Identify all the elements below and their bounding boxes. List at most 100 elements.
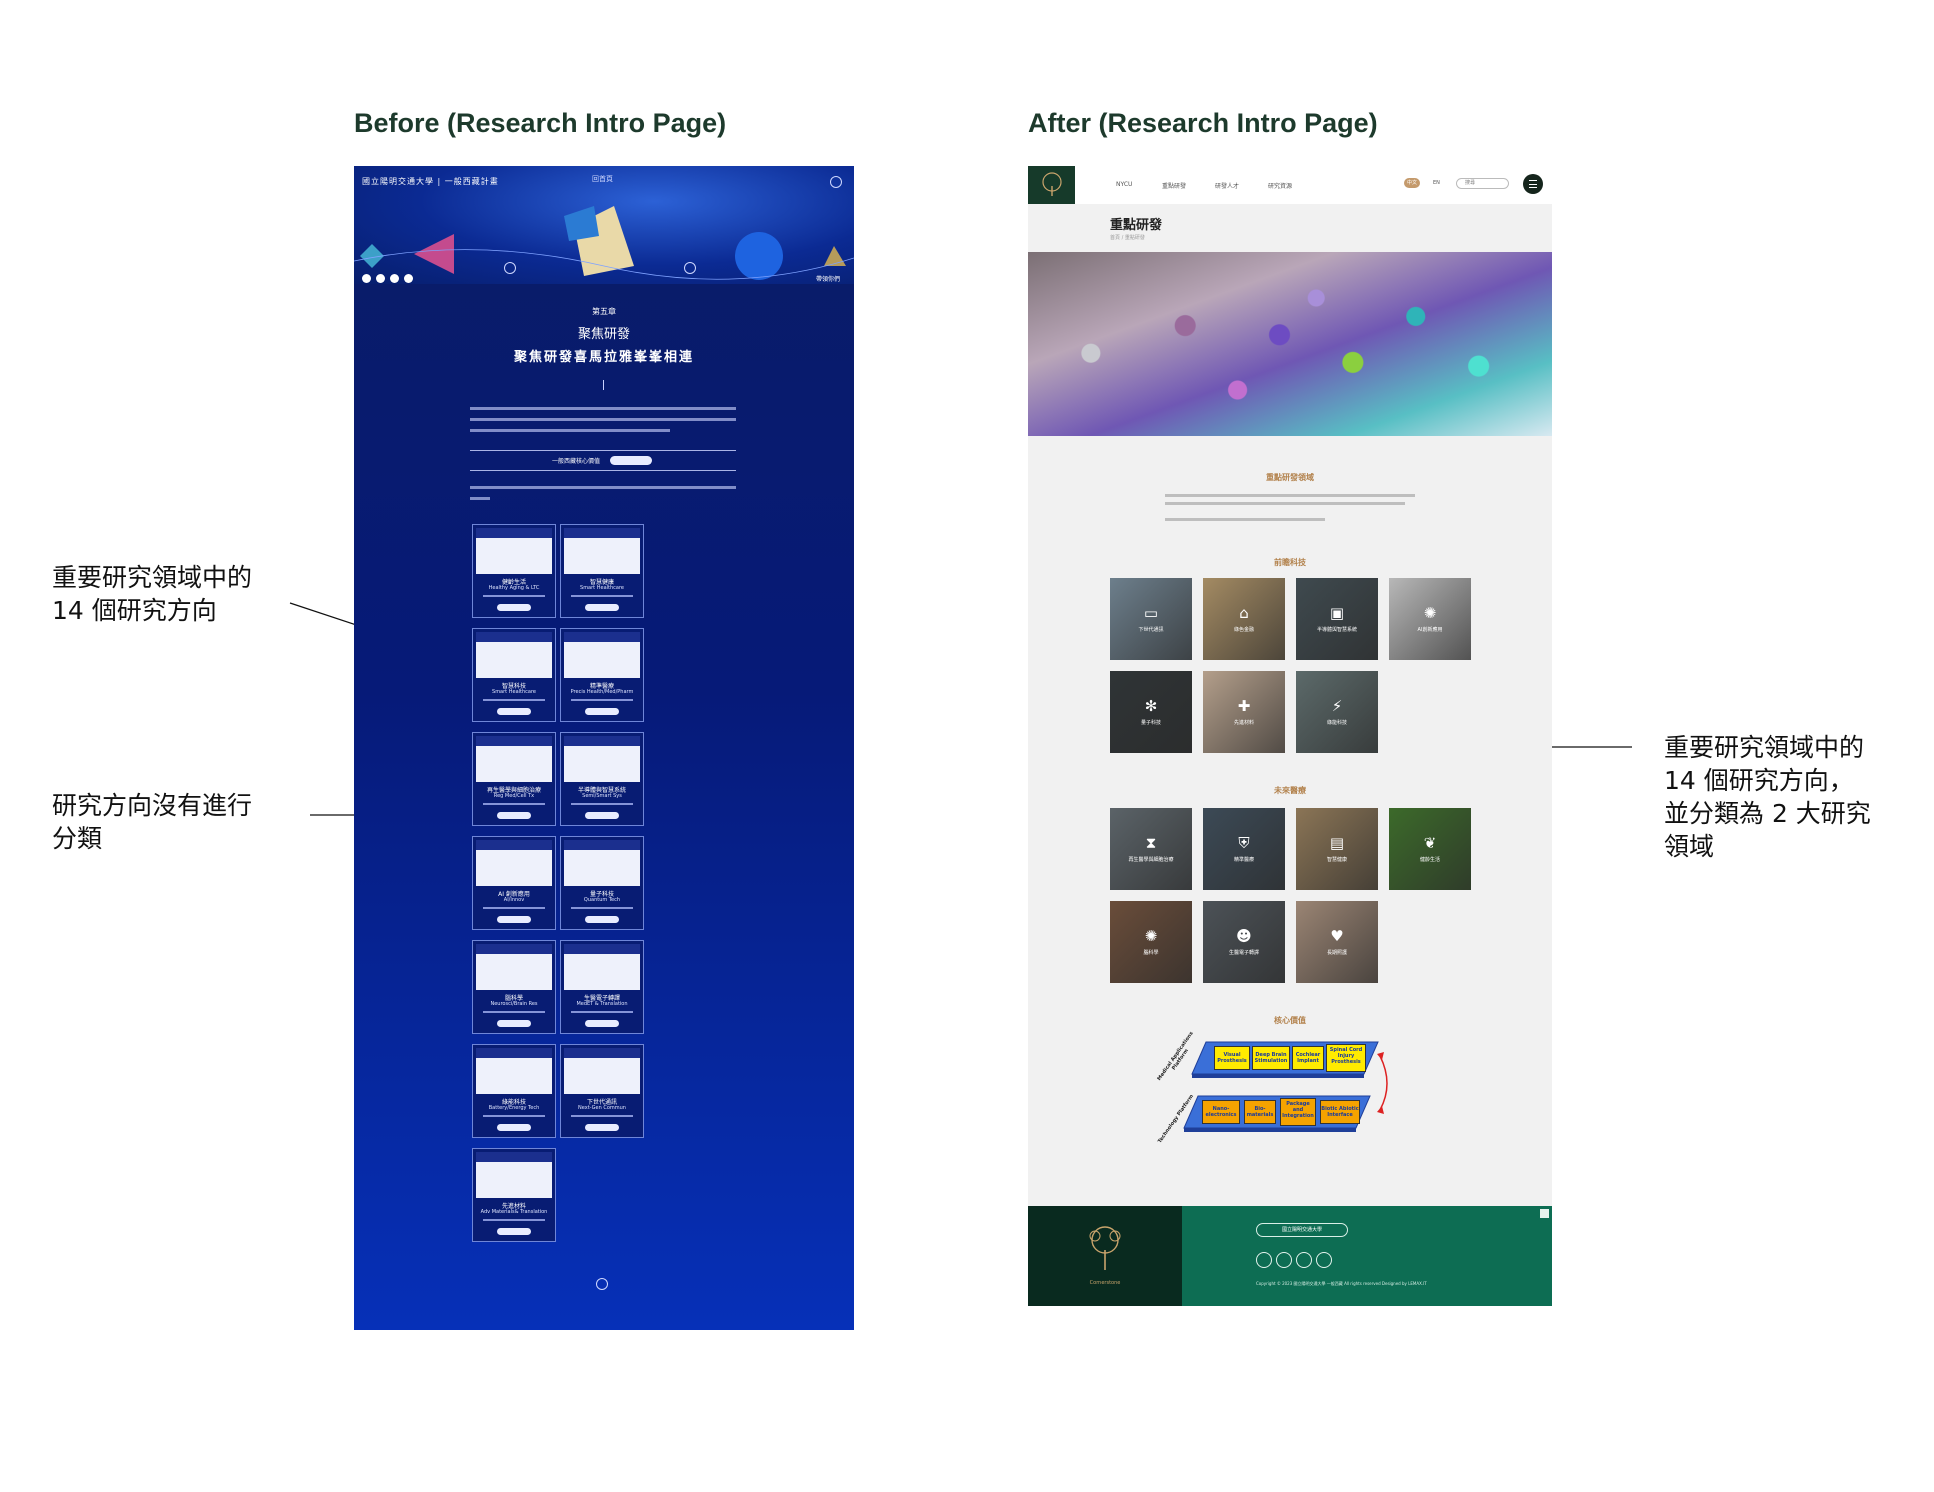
card-subtitle: Neurosci/Brain Res (490, 1001, 538, 1007)
tree-logo-icon[interactable] (1028, 166, 1075, 204)
breadcrumb[interactable]: 首頁 / 重點研發 (1110, 234, 1145, 241)
next-arrow-icon[interactable] (684, 262, 696, 274)
divider (470, 450, 736, 451)
twitter-icon[interactable] (404, 274, 413, 283)
research-tile[interactable]: ✚ 先進材料 (1203, 671, 1285, 753)
youtube-icon[interactable] (1316, 1252, 1332, 1268)
card-button[interactable] (585, 1020, 619, 1027)
research-card[interactable]: 先進材料 Adv Materials& Translation (472, 1148, 556, 1242)
tile-label: 半導體與智慧系統 (1316, 627, 1357, 633)
card-button[interactable] (497, 916, 531, 923)
research-card[interactable]: AI 創新應用 AI/Innov (472, 836, 556, 930)
research-tile[interactable]: ⧗ 再生醫學與細胞治療 (1110, 808, 1192, 890)
card-thumbnail (476, 1152, 552, 1198)
prev-arrow-icon[interactable] (504, 262, 516, 274)
lang-toggle-en[interactable]: EN (1433, 180, 1440, 186)
card-button[interactable] (497, 812, 531, 819)
card-thumbnail (476, 944, 552, 990)
research-card[interactable]: 綠能科技 Battery/Energy Tech (472, 1044, 556, 1138)
card-button[interactable] (497, 708, 531, 715)
notebook-icon: ▤ (1329, 834, 1345, 852)
research-card[interactable]: 智慧科技 Smart Healthcare (472, 628, 556, 722)
platform-box-cochlear: Cochlear Implant (1292, 1046, 1324, 1070)
research-card[interactable]: 智慧健康 Smart Healthcare (560, 524, 644, 618)
research-tile[interactable]: ✻ 量子科技 (1110, 671, 1192, 753)
search-input[interactable]: 搜尋 (1456, 178, 1509, 189)
twitter-icon[interactable] (1296, 1252, 1312, 1268)
platform-box-package: Package and Integration (1280, 1098, 1316, 1126)
card-button[interactable] (497, 604, 531, 611)
menu-icon[interactable] (830, 176, 842, 188)
intro-text-line (1165, 518, 1325, 521)
action-label: 一般西藏核心價值 (552, 458, 601, 465)
card-button[interactable] (585, 708, 619, 715)
before-logo[interactable]: 國立陽明交通大學 | 一般西藏計畫 (362, 176, 499, 187)
banner-badge[interactable]: 帶領你們 (816, 274, 840, 283)
research-card[interactable]: 量子科技 Quantum Tech (560, 836, 644, 930)
card-button[interactable] (585, 604, 619, 611)
page-title: 重點研發 (1110, 218, 1163, 233)
before-banner: 國立陽明交通大學 | 一般西藏計畫 回首頁 帶領你們 (354, 166, 854, 284)
research-card[interactable]: 健齡生活 Healthy Aging & LTC (472, 524, 556, 618)
intro-text-line (470, 429, 670, 432)
divider (470, 470, 736, 471)
card-button[interactable] (585, 916, 619, 923)
tile-label: 精準醫療 (1233, 857, 1254, 863)
card-thumbnail (564, 736, 640, 782)
research-tile[interactable]: ⚡ 綠能科技 (1296, 671, 1378, 753)
research-card[interactable]: 腦科學 Neurosci/Brain Res (472, 940, 556, 1034)
instagram-icon[interactable] (1276, 1252, 1292, 1268)
research-tile[interactable]: ❦ 健齡生活 (1389, 808, 1471, 890)
chip-icon: ▣ (1329, 604, 1345, 622)
research-card[interactable]: 半導體與智慧系統 Semi/Smart Sys (560, 732, 644, 826)
nav-item-nycu[interactable]: NYCU (1116, 181, 1132, 188)
card-desc-line (483, 595, 545, 597)
card-button[interactable] (585, 1124, 619, 1131)
research-tile[interactable]: ✺ 腦科學 (1110, 901, 1192, 983)
action-button[interactable] (610, 456, 652, 465)
research-tile[interactable]: ♥ 長期照護 (1296, 901, 1378, 983)
research-card[interactable]: 下世代通訊 Next-Gen Commun (560, 1044, 644, 1138)
scroll-top-icon[interactable] (596, 1278, 608, 1290)
card-subtitle: Adv Materials& Translation (480, 1209, 548, 1215)
card-button[interactable] (585, 812, 619, 819)
card-button[interactable] (497, 1124, 531, 1131)
card-desc-line (483, 699, 545, 701)
card-desc-line (483, 803, 545, 805)
hamburger-menu-icon[interactable] (1523, 174, 1543, 194)
footer-tree-icon (1089, 1226, 1121, 1270)
tile-label: 綠能科技 (1326, 720, 1347, 726)
research-card[interactable]: 精準醫療 Precis Health/Med/Pharm (560, 628, 644, 722)
lang-toggle-zh[interactable]: 中文 (1404, 178, 1420, 188)
chat-icon: ▭ (1143, 604, 1159, 622)
tile-label: 量子科技 (1140, 720, 1161, 726)
card-subtitle: Semi/Smart Sys (582, 793, 622, 799)
footer-university-button[interactable]: 國立陽明交通大學 (1256, 1223, 1348, 1237)
section-title-main: 重點研發領域 (1266, 473, 1314, 482)
card-button[interactable] (497, 1020, 531, 1027)
nav-item-research[interactable]: 重點研發 (1162, 181, 1186, 190)
research-card[interactable]: 再生醫學與細胞治療 Reg Med/Cell Tx (472, 732, 556, 826)
research-tile[interactable]: ⛨ 精準醫療 (1203, 808, 1285, 890)
nav-item-talent[interactable]: 研發人才 (1215, 181, 1239, 190)
research-card[interactable]: 生醫電子轉譯 MedET & Translation (560, 940, 644, 1034)
youtube-icon[interactable] (376, 274, 385, 283)
card-desc-line (571, 803, 633, 805)
research-tile[interactable]: ⌂ 綠色金融 (1203, 578, 1285, 660)
research-tile[interactable]: ☻ 生醫電子轉譯 (1203, 901, 1285, 983)
research-tile[interactable]: ✺ AI創新應用 (1389, 578, 1471, 660)
facebook-icon[interactable] (1256, 1252, 1272, 1268)
medkit-icon: ✚ (1237, 697, 1251, 715)
research-tile[interactable]: ▭ 下世代通訊 (1110, 578, 1192, 660)
research-tile[interactable]: ▤ 智慧健康 (1296, 808, 1378, 890)
after-navbar: NYCU 重點研發 研發人才 研究資源 中文 EN 搜尋 (1028, 166, 1552, 204)
back-to-top-icon[interactable] (1540, 1209, 1549, 1218)
facebook-icon[interactable] (362, 274, 371, 283)
before-home-link[interactable]: 回首頁 (592, 174, 613, 184)
research-tile[interactable]: ▣ 半導體與智慧系統 (1296, 578, 1378, 660)
instagram-icon[interactable] (390, 274, 399, 283)
nav-item-resources[interactable]: 研究資源 (1268, 181, 1292, 190)
before-page-screenshot: 國立陽明交通大學 | 一般西藏計畫 回首頁 帶領你們 第五章 聚焦研發 聚焦研發… (354, 166, 854, 1330)
card-thumbnail (564, 528, 640, 574)
card-button[interactable] (497, 1228, 531, 1235)
